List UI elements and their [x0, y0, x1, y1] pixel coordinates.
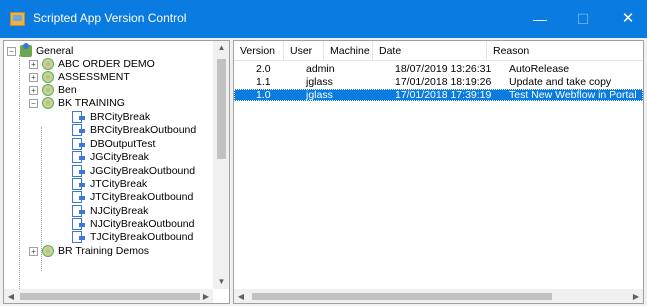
column-header-version[interactable]: Version	[234, 41, 284, 61]
tree-node-script[interactable]: BRCityBreak	[4, 111, 213, 123]
tree-node-label: General	[36, 45, 74, 57]
list-header: Version User Machine Date Reason	[234, 41, 643, 61]
app-icon	[10, 12, 25, 26]
table-row-selected[interactable]: 1.0 jglass 17/01/2018 17:39:19 Test New …	[234, 89, 643, 101]
expand-icon[interactable]: +	[29, 60, 38, 69]
folder-icon	[42, 84, 54, 96]
script-icon	[72, 151, 85, 163]
tree-node-folder[interactable]: + BR Training Demos	[4, 245, 213, 257]
cell-date: 17/01/2018 17:39:19	[395, 89, 492, 101]
maximize-button[interactable]: ☐	[568, 6, 598, 32]
tree-node-label: JGCityBreak	[90, 151, 149, 163]
cell-version: 2.0	[256, 63, 271, 75]
tree-node-label: Ben	[58, 84, 77, 96]
script-tree[interactable]: − General + ABC ORDER DEMO + ASSESSMENT …	[3, 40, 230, 304]
list-horizontal-scrollbar[interactable]: ◀ ▶	[234, 289, 643, 303]
scroll-right-icon[interactable]: ▶	[629, 289, 643, 303]
tree-node-script[interactable]: TJCityBreakOutbound	[4, 231, 213, 243]
cell-reason: Update and take copy	[509, 76, 612, 88]
column-header-machine[interactable]: Machine	[324, 41, 373, 61]
expand-icon[interactable]: +	[29, 86, 38, 95]
tree-node-folder[interactable]: + ASSESSMENT	[4, 71, 213, 83]
tree-node-label: NJCityBreak	[90, 205, 149, 217]
tree-node-label: DBOutputTest	[90, 138, 156, 150]
tree-node-label: BRCityBreakOutbound	[90, 124, 197, 136]
scroll-left-icon[interactable]: ◀	[234, 289, 248, 303]
column-header-user[interactable]: User	[284, 41, 324, 61]
tree-node-label: BR Training Demos	[58, 245, 150, 257]
script-icon	[72, 111, 85, 123]
tree-node-folder[interactable]: + Ben	[4, 84, 213, 96]
cell-user: jglass	[306, 89, 333, 101]
tree-node-label: NJCityBreakOutbound	[90, 218, 195, 230]
table-row[interactable]: 2.0 admin 18/07/2019 13:26:31 AutoReleas…	[234, 63, 643, 75]
script-icon	[72, 191, 85, 203]
tree-node-script[interactable]: JTCityBreakOutbound	[4, 191, 213, 203]
app-window: Scripted App Version Control — ☐ ✕ − Gen…	[0, 0, 647, 306]
script-icon	[72, 178, 85, 190]
window-title: Scripted App Version Control	[33, 11, 187, 25]
expand-icon[interactable]: +	[29, 73, 38, 82]
script-icon	[72, 205, 85, 217]
tree-node-script[interactable]: BRCityBreakOutbound	[4, 124, 213, 136]
tree-node-label: TJCityBreakOutbound	[90, 231, 194, 243]
tree-node-label: JTCityBreak	[90, 178, 148, 190]
folder-icon	[42, 58, 54, 70]
collapse-icon[interactable]: −	[7, 47, 16, 56]
column-header-reason[interactable]: Reason	[487, 41, 643, 61]
tree-horizontal-scrollbar[interactable]: ◀ ▶	[4, 289, 213, 303]
scrollbar-thumb[interactable]	[252, 293, 552, 300]
cell-reason: AutoRelease	[509, 63, 570, 75]
tree-node-script[interactable]: JGCityBreak	[4, 151, 213, 163]
cell-user: admin	[306, 63, 335, 75]
script-icon	[72, 138, 85, 150]
tree-node-script[interactable]: JTCityBreak	[4, 178, 213, 190]
folder-icon	[42, 71, 54, 83]
script-icon	[72, 165, 85, 177]
tree-node-script[interactable]: JGCityBreakOutbound	[4, 165, 213, 177]
tree-node-label: JGCityBreakOutbound	[90, 165, 196, 177]
scrollbar-thumb[interactable]	[20, 293, 200, 300]
tree-node-folder[interactable]: − BK TRAINING	[4, 97, 213, 109]
tree-node-folder[interactable]: + ABC ORDER DEMO	[4, 58, 213, 70]
scrollbar-thumb[interactable]	[217, 59, 226, 159]
tree-node-label: ASSESSMENT	[58, 71, 130, 83]
tree-rows: − General + ABC ORDER DEMO + ASSESSMENT …	[4, 41, 213, 289]
tree-node-script[interactable]: NJCityBreakOutbound	[4, 218, 213, 230]
tree-node-label: BK TRAINING	[58, 97, 125, 109]
cell-version: 1.0	[256, 89, 271, 101]
tree-node-label: JTCityBreakOutbound	[90, 191, 194, 203]
tree-node-root[interactable]: − General	[4, 43, 213, 57]
cell-reason: Test New Webflow in Portal	[509, 89, 637, 101]
cell-version: 1.1	[256, 76, 271, 88]
group-icon	[20, 43, 32, 57]
tree-node-script[interactable]: NJCityBreak	[4, 205, 213, 217]
cell-date: 18/07/2019 13:26:31	[395, 63, 492, 75]
scroll-left-icon[interactable]: ◀	[4, 289, 18, 303]
collapse-icon[interactable]: −	[29, 99, 38, 108]
scroll-down-icon[interactable]: ▼	[213, 275, 229, 289]
version-list[interactable]: Version User Machine Date Reason 2.0 adm…	[233, 40, 644, 304]
script-icon	[72, 124, 85, 136]
cell-user: jglass	[306, 76, 333, 88]
cell-date: 17/01/2018 18:19:26	[395, 76, 492, 88]
folder-icon	[42, 245, 54, 257]
close-button[interactable]: ✕	[613, 6, 643, 32]
minimize-button[interactable]: —	[525, 6, 555, 32]
tree-node-label: BRCityBreak	[90, 111, 151, 123]
script-icon	[72, 231, 85, 243]
script-icon	[72, 218, 85, 230]
tree-node-label: ABC ORDER DEMO	[58, 58, 155, 70]
expand-icon[interactable]: +	[29, 247, 38, 256]
tree-vertical-scrollbar[interactable]: ▲ ▼	[213, 41, 229, 289]
folder-icon	[42, 97, 54, 109]
table-row[interactable]: 1.1 jglass 17/01/2018 18:19:26 Update an…	[234, 76, 643, 88]
scroll-right-icon[interactable]: ▶	[199, 289, 213, 303]
scroll-up-icon[interactable]: ▲	[213, 41, 229, 55]
title-bar[interactable]: Scripted App Version Control — ☐ ✕	[0, 0, 647, 38]
tree-node-script[interactable]: DBOutputTest	[4, 138, 213, 150]
column-header-date[interactable]: Date	[373, 41, 487, 61]
